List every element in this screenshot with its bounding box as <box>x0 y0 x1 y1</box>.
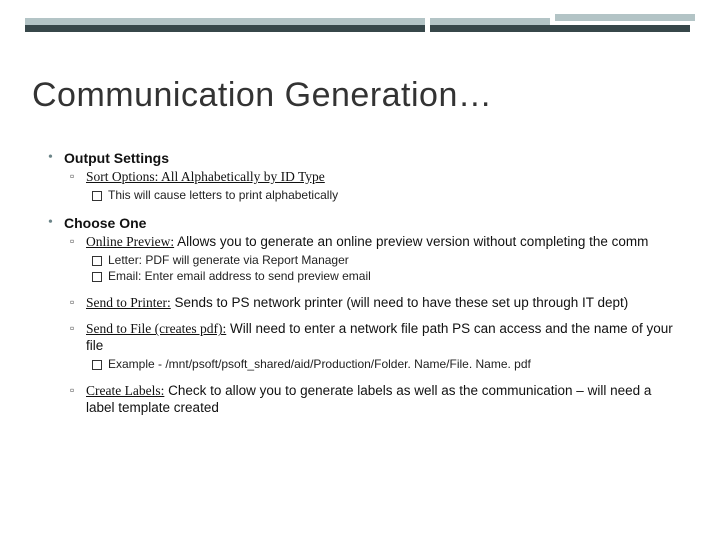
subitem-text: Allows you to generate an online preview… <box>174 234 648 249</box>
subitem-text: Check to allow you to generate labels as… <box>86 383 651 415</box>
subitem-label: Create Labels: <box>86 383 164 398</box>
deco-bar-light-3 <box>555 14 695 21</box>
detail-item: Example - /mnt/psoft/psoft_shared/aid/Pr… <box>92 357 680 373</box>
bullet-choose-one: Choose One Online Preview: Allows you to… <box>48 215 680 416</box>
slide-title: Communication Generation… <box>32 76 492 115</box>
subitem-label: Send to Printer: <box>86 295 171 310</box>
bullet-list: Output Settings Sort Options: All Alphab… <box>48 150 680 417</box>
slide-body: Output Settings Sort Options: All Alphab… <box>48 150 680 429</box>
subitem-sort-options: Sort Options: All Alphabetically by ID T… <box>64 169 680 203</box>
bullet-head: Choose One <box>64 215 146 231</box>
deco-bar-light-2 <box>430 18 550 25</box>
detail-item: Email: Enter email address to send previ… <box>92 269 680 285</box>
subitem-label: Online Preview: <box>86 234 174 249</box>
bullet-head: Output Settings <box>64 150 169 166</box>
subitem-create-labels: Create Labels: Check to allow you to gen… <box>64 383 680 417</box>
subitem-send-to-file: Send to File (creates pdf): Will need to… <box>64 321 680 372</box>
subitem-label: Send to File (creates pdf): <box>86 321 226 336</box>
deco-bar-dark-2 <box>430 25 690 32</box>
bullet-output-settings: Output Settings Sort Options: All Alphab… <box>48 150 680 203</box>
deco-bar-dark-1 <box>25 25 425 32</box>
detail-item: Letter: PDF will generate via Report Man… <box>92 253 680 269</box>
subitem-text: Sends to PS network printer (will need t… <box>171 295 629 310</box>
deco-bar-light-1 <box>25 18 425 25</box>
subitem-send-to-printer: Send to Printer: Sends to PS network pri… <box>64 295 680 312</box>
slide: Communication Generation… Output Setting… <box>0 0 720 540</box>
subitem-label: Sort Options: All Alphabetically by ID T… <box>86 169 325 184</box>
subitem-online-preview: Online Preview: Allows you to generate a… <box>64 234 680 284</box>
detail-item: This will cause letters to print alphabe… <box>92 188 680 204</box>
